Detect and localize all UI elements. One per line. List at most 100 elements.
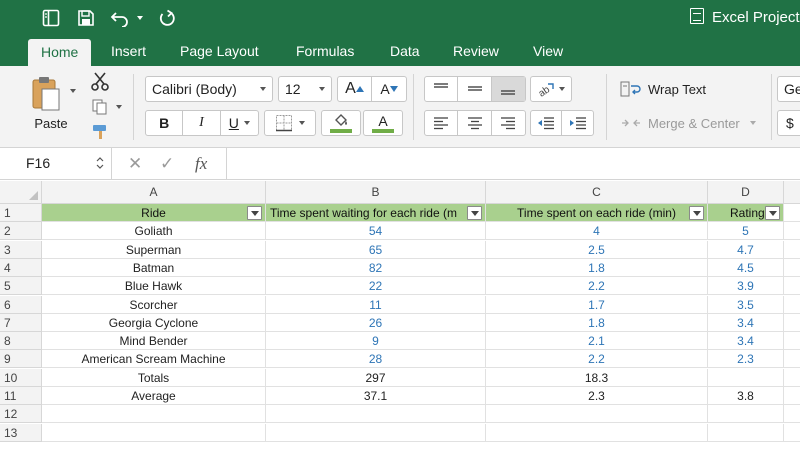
grid-cell[interactable]: 5 <box>708 222 784 241</box>
grid-cell[interactable] <box>708 405 784 424</box>
row-header[interactable]: 3 <box>0 240 42 259</box>
align-top-button[interactable] <box>425 77 459 101</box>
sidebar-toggle-icon[interactable] <box>40 6 62 30</box>
grid-cell[interactable]: Scorcher <box>42 295 266 314</box>
grid-cell[interactable]: 2.5 <box>486 240 708 259</box>
row-header[interactable]: 5 <box>0 277 42 296</box>
grid-cell[interactable]: 3.4 <box>708 332 784 351</box>
column-header-b[interactable]: B <box>266 181 486 204</box>
grid-cell[interactable]: 2.3 <box>486 387 708 405</box>
enter-icon[interactable]: ✓ <box>160 148 174 179</box>
font-size-select[interactable]: 12 <box>278 76 332 102</box>
grid-cell[interactable]: 1.8 <box>486 258 708 277</box>
borders-button[interactable] <box>264 110 316 136</box>
grid-cell[interactable]: Average <box>42 387 266 405</box>
align-bottom-button[interactable] <box>491 77 525 101</box>
grid-cell[interactable] <box>784 296 800 314</box>
wrap-text-button[interactable]: Wrap Text <box>620 78 740 100</box>
bold-button[interactable]: B <box>146 111 184 135</box>
grid-cell[interactable]: Batman <box>42 258 266 277</box>
grid-cell[interactable] <box>486 423 708 442</box>
copy-icon[interactable] <box>89 96 111 118</box>
grid-cell[interactable] <box>42 423 266 442</box>
filter-dropdown-icon[interactable] <box>765 206 780 220</box>
fill-color-button[interactable] <box>321 110 361 136</box>
align-middle-button[interactable] <box>458 77 492 101</box>
grid-cell[interactable]: 9 <box>266 332 486 351</box>
tab-data[interactable]: Data <box>390 36 420 66</box>
grid-cell[interactable]: 4 <box>486 222 708 241</box>
column-header-a[interactable]: A <box>42 181 266 204</box>
grid-cell[interactable] <box>266 423 486 442</box>
grid-cell[interactable]: 65 <box>266 240 486 259</box>
undo-icon[interactable] <box>108 6 132 30</box>
increase-font-button[interactable]: A <box>338 77 373 101</box>
paste-icon[interactable] <box>28 74 64 114</box>
grid-cell[interactable]: 22 <box>266 277 486 296</box>
grid-cell[interactable] <box>784 405 800 424</box>
row-header[interactable]: 6 <box>0 295 42 314</box>
header-cell[interactable]: Time spent on each ride (min) <box>486 204 708 222</box>
grid-cell[interactable]: 2.3 <box>708 350 784 369</box>
increase-indent-button[interactable] <box>562 111 593 135</box>
grid-cell[interactable]: 18.3 <box>486 368 708 387</box>
select-all-button[interactable] <box>0 181 42 204</box>
grid-cell[interactable] <box>784 332 800 351</box>
font-color-button[interactable]: A <box>363 110 403 136</box>
grid-cell[interactable]: Goliath <box>42 222 266 241</box>
grid-cell[interactable]: 26 <box>266 313 486 332</box>
font-name-select[interactable]: Calibri (Body) <box>145 76 273 102</box>
grid-cell[interactable]: 4.7 <box>708 240 784 259</box>
decrease-font-button[interactable]: A <box>372 77 406 101</box>
italic-button[interactable]: I <box>183 111 221 135</box>
row-header[interactable]: 7 <box>0 313 42 332</box>
grid-cell[interactable]: Blue Hawk <box>42 277 266 296</box>
tab-review[interactable]: Review <box>453 36 499 66</box>
grid-cell[interactable] <box>266 405 486 424</box>
row-header[interactable]: 8 <box>0 332 42 351</box>
grid-cell[interactable]: Superman <box>42 240 266 259</box>
decrease-indent-button[interactable] <box>531 111 563 135</box>
tab-view[interactable]: View <box>533 36 563 66</box>
cut-icon[interactable] <box>89 70 111 92</box>
grid-cell[interactable]: 54 <box>266 222 486 241</box>
grid-cell[interactable] <box>784 387 800 405</box>
tab-page-layout[interactable]: Page Layout <box>180 36 259 66</box>
grid-cell[interactable] <box>784 241 800 259</box>
grid-cell[interactable] <box>42 405 266 424</box>
header-cell[interactable]: Rating <box>708 204 784 222</box>
row-header[interactable]: 2 <box>0 222 42 241</box>
grid-cell[interactable] <box>784 350 800 369</box>
grid-cell[interactable]: 3.5 <box>708 295 784 314</box>
grid-cell[interactable] <box>784 222 800 241</box>
cancel-icon[interactable]: ✕ <box>128 148 142 179</box>
number-format-select[interactable]: Ge <box>777 76 800 102</box>
grid-cell[interactable]: 3.9 <box>708 277 784 296</box>
grid-cell[interactable]: 1.7 <box>486 295 708 314</box>
insert-function-icon[interactable]: fx <box>195 148 207 179</box>
grid-cell[interactable] <box>784 259 800 277</box>
row-header[interactable]: 1 <box>0 204 42 222</box>
grid-cell[interactable]: 4.5 <box>708 258 784 277</box>
merge-center-button[interactable]: Merge & Center <box>620 112 770 134</box>
align-right-button[interactable] <box>492 111 525 135</box>
filter-dropdown-icon[interactable] <box>689 206 704 220</box>
grid-cell[interactable] <box>784 314 800 332</box>
grid-cell[interactable]: Georgia Cyclone <box>42 313 266 332</box>
grid-cell[interactable]: 37.1 <box>266 387 486 405</box>
copy-options-chevron-icon[interactable] <box>114 102 124 112</box>
redo-icon[interactable] <box>156 6 178 30</box>
tab-insert[interactable]: Insert <box>111 36 146 66</box>
row-header[interactable]: 12 <box>0 405 42 424</box>
row-header[interactable]: 4 <box>0 258 42 277</box>
paste-options-chevron-icon[interactable] <box>68 86 78 96</box>
grid-cell[interactable]: American Scream Machine <box>42 350 266 369</box>
grid-cell[interactable] <box>486 405 708 424</box>
grid-cell[interactable]: 3.4 <box>708 313 784 332</box>
column-header-d[interactable]: D <box>708 181 784 204</box>
tab-home[interactable]: Home <box>28 39 92 66</box>
dropdown-chevron-icon[interactable] <box>135 6 145 30</box>
row-header[interactable]: 9 <box>0 350 42 369</box>
grid-cell[interactable]: 11 <box>266 295 486 314</box>
header-cell[interactable]: Time spent waiting for each ride (m <box>266 204 486 222</box>
